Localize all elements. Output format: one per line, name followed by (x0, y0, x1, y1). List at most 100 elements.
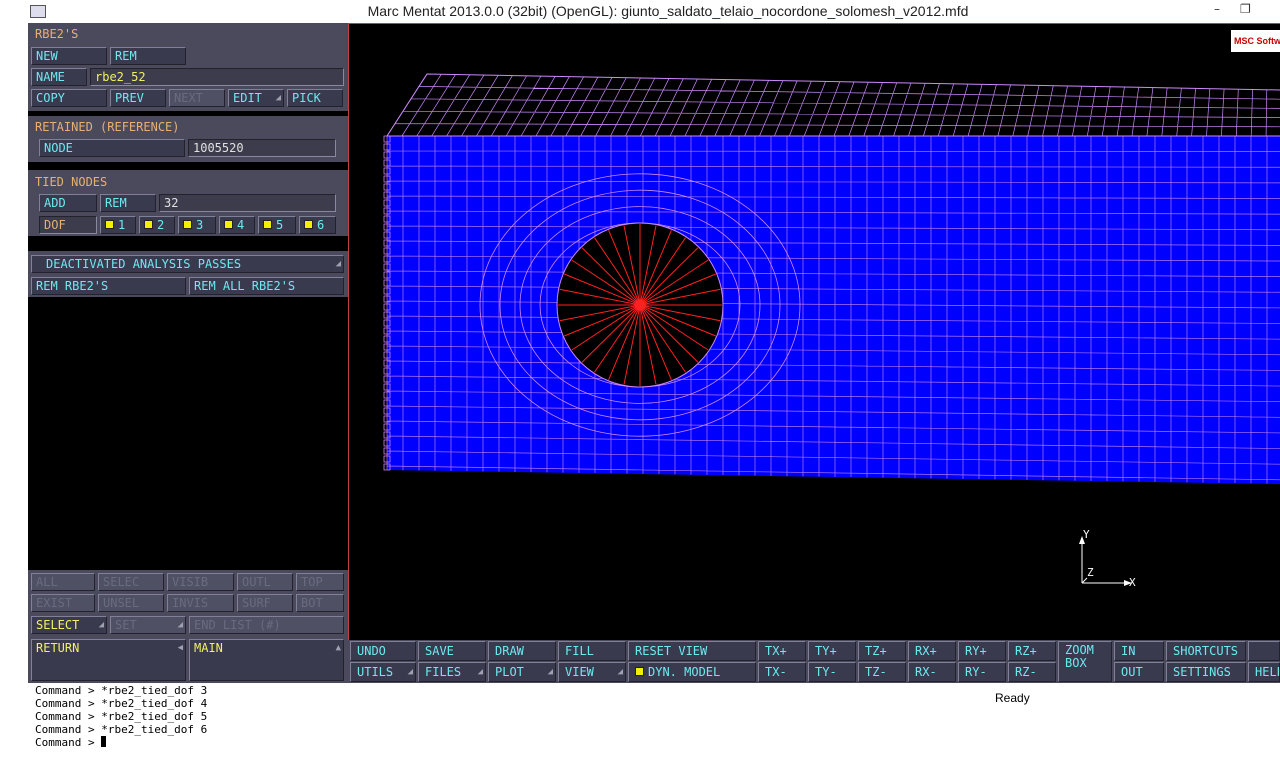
bottom-toolbar: UNDO SAVE DRAW FILL RESET VIEW TX+ TY+ T… (348, 640, 1280, 683)
new-button[interactable]: NEW (31, 47, 107, 65)
submenu-arrow-icon: ◢ (275, 93, 281, 103)
copy-button[interactable]: COPY (31, 89, 107, 107)
retained-heading: RETAINED (REFERENCE) (35, 120, 180, 134)
return-button[interactable]: RETURN ◀ (31, 639, 186, 681)
rz-plus-button[interactable]: RZ+ (1008, 641, 1056, 661)
dof-1-label: 1 (118, 218, 126, 232)
help-button[interactable]: HELP (1248, 662, 1280, 682)
dyn-model-label: DYN. MODEL (648, 665, 721, 679)
rem-button[interactable]: REM (110, 47, 186, 65)
select-label: SELECT (36, 618, 80, 632)
checkbox-icon (224, 220, 233, 229)
select-button[interactable]: SELECT ◢ (31, 616, 107, 634)
submenu-arrow-icon: ◢ (407, 667, 413, 677)
select-exist-button[interactable]: EXIST (31, 594, 95, 612)
name-label-button[interactable]: NAME (31, 68, 87, 86)
files-button[interactable]: FILES ◢ (418, 662, 486, 682)
console-line: Command > *rbe2_tied_dof 3 (35, 684, 208, 697)
rz-minus-button[interactable]: RZ- (1008, 662, 1056, 682)
text-cursor (101, 736, 107, 747)
draw-button[interactable]: DRAW (488, 641, 556, 661)
ty-plus-button[interactable]: TY+ (808, 641, 856, 661)
zoom-box-button[interactable]: ZOOM BOX (1058, 641, 1112, 682)
node-button[interactable]: NODE (39, 139, 185, 157)
tz-minus-button[interactable]: TZ- (858, 662, 906, 682)
submenu-arrow-icon: ◢ (477, 667, 483, 677)
tied-rem-button[interactable]: REM (100, 194, 156, 212)
rx-minus-button[interactable]: RX- (908, 662, 956, 682)
restore-button[interactable]: ❐ (1240, 2, 1251, 16)
rx-plus-button[interactable]: RX+ (908, 641, 956, 661)
dyn-model-toggle[interactable]: DYN. MODEL (628, 662, 756, 682)
tz-plus-button[interactable]: TZ+ (858, 641, 906, 661)
dof-3-label: 3 (196, 218, 204, 232)
axis-z-label: Z (1087, 566, 1094, 579)
main-button[interactable]: MAIN ▲ (189, 639, 344, 681)
save-button[interactable]: SAVE (418, 641, 486, 661)
dof-4-toggle[interactable]: 4 (219, 216, 255, 234)
prev-button[interactable]: PREV (110, 89, 166, 107)
ty-minus-button[interactable]: TY- (808, 662, 856, 682)
end-list-button[interactable]: END LIST (#) (189, 616, 344, 634)
dof-3-toggle[interactable]: 3 (178, 216, 216, 234)
select-surface-button[interactable]: SURF (237, 594, 293, 612)
tx-minus-button[interactable]: TX- (758, 662, 806, 682)
select-selected-button[interactable]: SELEC (98, 573, 164, 591)
view-label: VIEW (565, 665, 594, 679)
view-button[interactable]: VIEW ◢ (558, 662, 626, 682)
title-bar: Marc Mentat 2013.0.0 (32bit) (OpenGL): g… (0, 0, 1280, 23)
deactivated-passes-button[interactable]: DEACTIVATED ANALYSIS PASSES ◢ (31, 255, 344, 273)
set-label: SET (115, 618, 137, 632)
dof-2-toggle[interactable]: 2 (139, 216, 175, 234)
graphics-viewport[interactable]: MSC Softw Y Z X (348, 23, 1280, 640)
reset-view-button[interactable]: RESET VIEW (628, 641, 756, 661)
files-label: FILES (425, 665, 462, 679)
dof-2-label: 2 (157, 218, 165, 232)
set-button[interactable]: SET ◢ (110, 616, 186, 634)
command-input[interactable]: Command > (35, 736, 107, 749)
dof-1-toggle[interactable]: 1 (100, 216, 136, 234)
undo-button[interactable]: UNDO (350, 641, 416, 661)
submenu-arrow-icon: ◢ (547, 667, 553, 677)
retained-node-field[interactable]: 1005520 (188, 139, 336, 157)
zoom-in-button[interactable]: IN (1114, 641, 1164, 661)
tx-plus-button[interactable]: TX+ (758, 641, 806, 661)
main-arrow-icon: ▲ (335, 643, 341, 653)
minimize-button[interactable]: – (1214, 2, 1220, 16)
edit-button[interactable]: EDIT ◢ (228, 89, 284, 107)
ry-plus-button[interactable]: RY+ (958, 641, 1006, 661)
left-margin (0, 23, 28, 758)
select-top-button[interactable]: TOP (296, 573, 344, 591)
dof-6-toggle[interactable]: 6 (299, 216, 336, 234)
console-line: Command > *rbe2_tied_dof 4 (35, 697, 208, 710)
zoom-out-button[interactable]: OUT (1114, 662, 1164, 682)
shortcuts-button[interactable]: SHORTCUTS (1166, 641, 1246, 661)
main-label: MAIN (194, 641, 223, 655)
select-bottom-button[interactable]: BOT (296, 594, 344, 612)
plot-button[interactable]: PLOT ◢ (488, 662, 556, 682)
ry-minus-button[interactable]: RY- (958, 662, 1006, 682)
checkbox-icon (263, 220, 272, 229)
dof-5-toggle[interactable]: 5 (258, 216, 296, 234)
select-invisible-button[interactable]: INVIS (167, 594, 234, 612)
select-unselected-button[interactable]: UNSEL (98, 594, 164, 612)
command-console[interactable]: Command > *rbe2_tied_dof 3 Command > *rb… (28, 683, 1280, 758)
name-field[interactable]: rbe2_52 (90, 68, 344, 86)
select-visible-button[interactable]: VISIB (167, 573, 234, 591)
pick-button[interactable]: PICK (287, 89, 343, 107)
fill-button[interactable]: FILL (558, 641, 626, 661)
next-button[interactable]: NEXT (169, 89, 225, 107)
utils-button[interactable]: UTILS ◢ (350, 662, 416, 682)
select-all-button[interactable]: ALL (31, 573, 95, 591)
settings-button[interactable]: SETTINGS (1166, 662, 1246, 682)
edit-label: EDIT (233, 91, 262, 105)
submenu-arrow-icon: ◢ (98, 620, 104, 630)
rem-rbe2-button[interactable]: REM RBE2'S (31, 277, 186, 295)
return-arrow-icon: ◀ (177, 643, 183, 653)
select-outline-button[interactable]: OUTL (237, 573, 293, 591)
rem-all-rbe2-button[interactable]: REM ALL RBE2'S (189, 277, 344, 295)
rbe2-retained-node (637, 302, 643, 308)
tied-add-button[interactable]: ADD (39, 194, 97, 212)
mesh-front-face (387, 136, 1280, 484)
dof-4-label: 4 (237, 218, 245, 232)
